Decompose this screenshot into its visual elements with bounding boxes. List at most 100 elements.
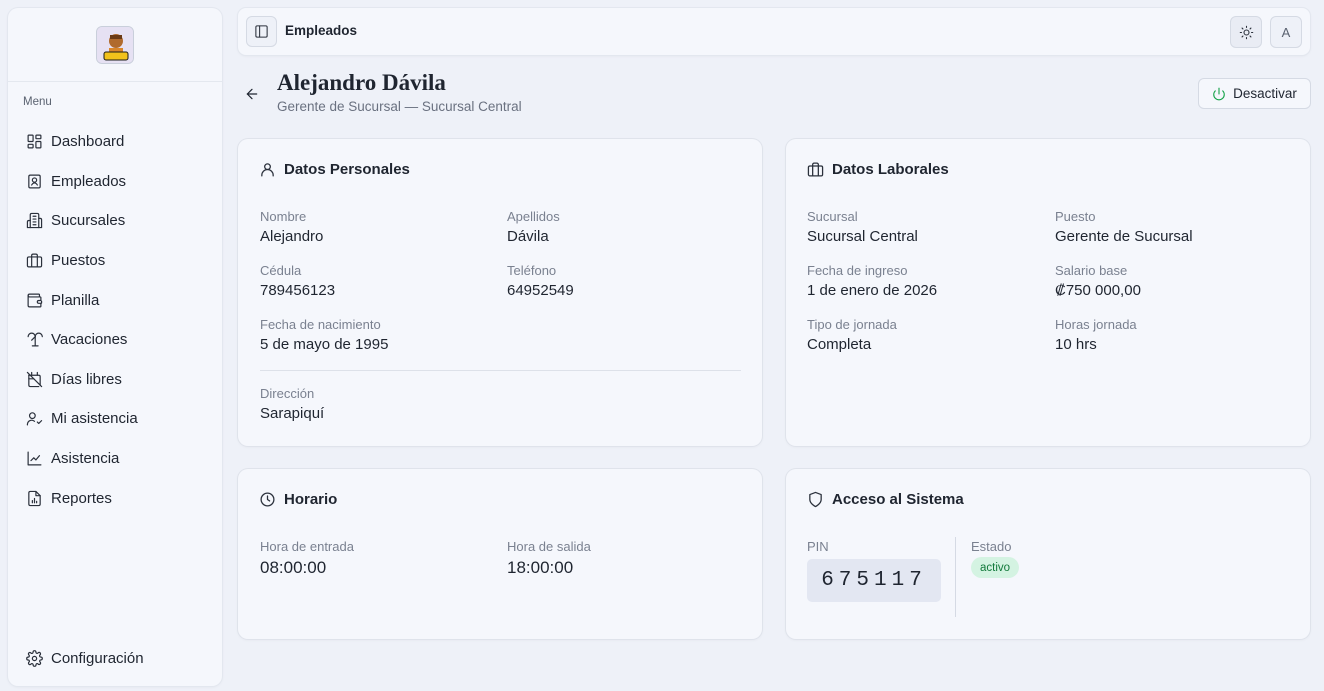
dashboard-icon: [27, 134, 42, 149]
file-chart-icon: [28, 490, 41, 506]
sidebar-item-planilla[interactable]: Planilla: [16, 280, 214, 320]
field-label: Tipo de jornada: [807, 317, 897, 332]
field-value: 64952549: [507, 282, 574, 299]
field-label: Puesto: [1055, 209, 1096, 224]
field-value: Completa: [807, 336, 872, 353]
field-telefono: Teléfono 64952549: [507, 263, 574, 300]
sidebar-item-label: Dashboard: [51, 133, 125, 151]
card-title-text: Datos Laborales: [832, 161, 949, 178]
field-pin-label: PIN: [807, 539, 829, 555]
sidebar-nav: Dashboard Empleados Sucursales Puestos P…: [16, 122, 214, 518]
back-button[interactable]: [244, 86, 260, 102]
personal-data-card: Datos Personales Nombre Alejandro Apelli…: [238, 139, 762, 446]
field-direccion: Dirección Sarapiquí: [260, 386, 324, 423]
sidebar-item-mi-asistencia[interactable]: Mi asistencia: [16, 399, 214, 439]
shield-icon: [809, 491, 822, 508]
sidebar-item-label: Mi asistencia: [51, 410, 138, 428]
card-title: Acceso al Sistema: [807, 491, 964, 508]
sidebar-item-label: Empleados: [51, 172, 127, 190]
card-title: Horario: [259, 491, 337, 508]
field-label: Hora de entrada: [260, 539, 354, 554]
field-label: Hora de salida: [507, 539, 591, 554]
briefcase-icon: [26, 253, 43, 268]
field-label: PIN: [807, 539, 829, 554]
sidebar-item-configuracion[interactable]: Configuración: [26, 650, 144, 667]
field-apellidos: Apellidos Dávila: [507, 209, 560, 246]
field-horas-jornada: Horas jornada 10 hrs: [1055, 317, 1137, 354]
schedule-card: Horario Hora de entrada 08:00:00 Hora de…: [238, 469, 762, 639]
sidebar-item-sucursales[interactable]: Sucursales: [16, 201, 214, 241]
sidebar-item-label: Reportes: [51, 489, 112, 507]
field-value: 18:00:00: [507, 558, 574, 577]
field-label: Horas jornada: [1055, 317, 1137, 332]
work-data-card: Datos Laborales Sucursal Sucursal Centra…: [786, 139, 1310, 446]
sidebar-item-label: Asistencia: [51, 450, 120, 468]
divider: [260, 370, 741, 371]
sidebar-toggle-button[interactable]: [246, 16, 277, 47]
divider: [955, 537, 956, 617]
system-access-card: Acceso al Sistema PIN 675117 Estado acti…: [786, 469, 1310, 639]
sidebar-item-empleados[interactable]: Empleados: [16, 162, 214, 202]
sun-icon: [1239, 25, 1253, 39]
field-label: Cédula: [260, 263, 302, 278]
user-avatar-button[interactable]: A: [1270, 16, 1302, 48]
sidebar-item-dias-libres[interactable]: Días libres: [16, 360, 214, 400]
sidebar: Menu Dashboard Empleados Sucursales Pues…: [8, 8, 222, 686]
briefcase-icon: [807, 162, 824, 177]
deactivate-button[interactable]: Desactivar: [1198, 78, 1311, 109]
power-icon: [1213, 87, 1225, 100]
field-fecha-nacimiento: Fecha de nacimiento 5 de mayo de 1995: [260, 317, 388, 354]
wallet-icon: [27, 293, 43, 308]
building-icon: [26, 213, 43, 229]
panel-left-icon: [255, 25, 268, 38]
employee-badge-icon: [28, 174, 41, 189]
field-salario-base: Salario base ₡750 000,00: [1055, 263, 1141, 300]
employee-subtitle: Gerente de Sucursal — Sucursal Central: [277, 99, 522, 114]
status-badge: activo: [971, 557, 1020, 578]
theme-toggle-button[interactable]: [1230, 16, 1262, 48]
sidebar-item-puestos[interactable]: Puestos: [16, 241, 214, 281]
field-label: Fecha de nacimiento: [260, 317, 381, 332]
field-label: Fecha de ingreso: [807, 263, 908, 278]
field-puesto: Puesto Gerente de Sucursal: [1055, 209, 1193, 246]
sidebar-item-label: Planilla: [51, 291, 100, 309]
field-value: Dávila: [507, 228, 549, 245]
sidebar-item-asistencia[interactable]: Asistencia: [16, 439, 214, 479]
card-title: Datos Personales: [259, 161, 410, 178]
palm-tree-icon: [27, 332, 43, 347]
field-tipo-jornada: Tipo de jornada Completa: [807, 317, 897, 354]
deactivate-label: Desactivar: [1233, 86, 1297, 101]
field-value: 08:00:00: [260, 558, 327, 577]
logo-area: [8, 8, 222, 82]
sidebar-item-label: Días libres: [51, 370, 122, 388]
card-title-text: Horario: [284, 491, 338, 508]
topbar: Empleados A: [238, 8, 1310, 55]
arrow-left-icon: [246, 88, 258, 100]
field-value: 1 de enero de 2026: [807, 282, 938, 299]
field-value: Alejandro: [260, 228, 324, 245]
sidebar-item-label: Puestos: [51, 252, 106, 270]
sidebar-item-vacaciones[interactable]: Vacaciones: [16, 320, 214, 360]
field-nombre: Nombre Alejandro: [260, 209, 323, 246]
app-logo[interactable]: [96, 25, 134, 64]
field-value: 10 hrs: [1055, 336, 1097, 353]
sidebar-item-label: Configuración: [51, 650, 144, 667]
field-label: Estado: [971, 539, 1012, 554]
card-title-text: Datos Personales: [284, 161, 410, 178]
pin-value: 675117: [807, 559, 941, 602]
field-label: Teléfono: [507, 263, 557, 278]
sidebar-item-reportes[interactable]: Reportes: [16, 478, 214, 518]
field-value: ₡750 000,00: [1055, 282, 1141, 299]
field-hora-entrada: Hora de entrada 08:00:00: [260, 539, 354, 577]
field-cedula: Cédula 789456123: [260, 263, 335, 300]
gear-icon: [26, 650, 43, 667]
field-estado-label: Estado: [971, 539, 1011, 555]
field-label: Sucursal: [807, 209, 858, 224]
field-value: Sarapiquí: [260, 405, 325, 422]
field-sucursal: Sucursal Sucursal Central: [807, 209, 918, 246]
card-title: Datos Laborales: [807, 161, 949, 178]
field-label: Dirección: [260, 386, 315, 401]
menu-section-label: Menu: [23, 96, 52, 108]
sidebar-item-label: Vacaciones: [51, 331, 128, 349]
sidebar-item-dashboard[interactable]: Dashboard: [16, 122, 214, 162]
